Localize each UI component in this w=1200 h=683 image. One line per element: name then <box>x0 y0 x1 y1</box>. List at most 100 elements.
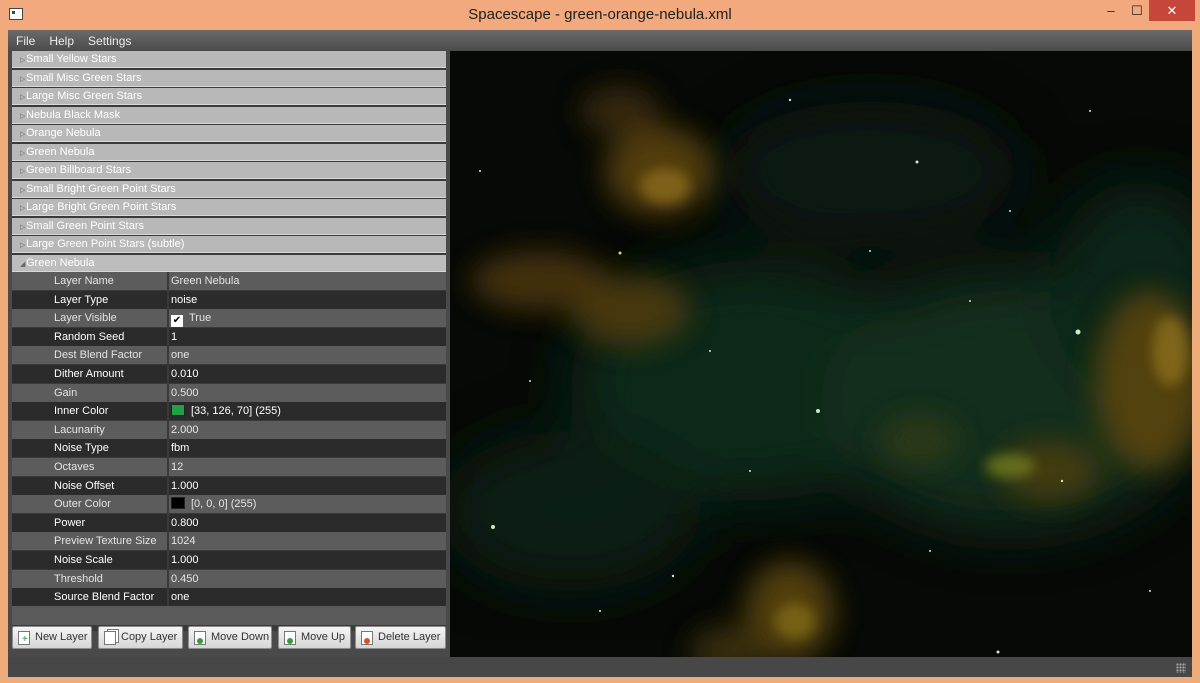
property-key: Noise Scale <box>12 551 167 569</box>
move-down-icon <box>194 631 206 645</box>
layer-row[interactable]: ▷Nebula Black Mask <box>12 106 446 125</box>
layer-row[interactable]: ▷Green Nebula <box>12 143 446 162</box>
layer-row[interactable]: ◢Green Nebula <box>12 254 446 273</box>
property-value[interactable]: 0.010 <box>169 365 446 383</box>
layer-name: Small Green Point Stars <box>26 219 144 232</box>
property-value[interactable]: 0.800 <box>169 513 446 532</box>
layer-name: Small Bright Green Point Stars <box>26 182 176 195</box>
expand-arrow-icon[interactable]: ▷ <box>12 219 26 236</box>
property-row[interactable]: Noise Scale 1.000 <box>12 551 446 569</box>
property-row[interactable]: Outer Color [0, 0, 0] (255) <box>12 495 446 514</box>
panel-spacer <box>12 606 446 625</box>
property-row[interactable]: Power 0.800 <box>12 513 446 532</box>
layer-row[interactable]: ▷Large Bright Green Point Stars <box>12 199 446 216</box>
expand-arrow-icon[interactable]: ▷ <box>12 163 26 180</box>
property-row[interactable]: Noise Offset 1.000 <box>12 476 446 495</box>
property-row[interactable]: Dest Blend Factor one <box>12 346 446 365</box>
layer-row[interactable]: ▷Small Yellow Stars <box>12 51 446 68</box>
property-row[interactable]: Gain 0.500 <box>12 383 446 402</box>
property-value[interactable]: 1 <box>169 327 446 346</box>
layer-name: Large Bright Green Point Stars <box>26 201 177 213</box>
property-value[interactable]: [0, 0, 0] (255) <box>169 495 446 514</box>
copy-layer-label: Copy Layer <box>121 631 178 643</box>
property-value-text: noise <box>171 293 198 306</box>
close-button[interactable]: ✕ <box>1149 0 1195 21</box>
property-value[interactable]: 2.000 <box>169 420 446 439</box>
layer-row[interactable]: ▷Small Bright Green Point Stars <box>12 180 446 199</box>
layer-row[interactable]: ▷Large Misc Green Stars <box>12 88 446 105</box>
property-row[interactable]: Layer Name Green Nebula <box>12 272 446 290</box>
menu-bar: File Help Settings <box>8 30 1192 50</box>
copy-layer-button[interactable]: Copy Layer <box>98 626 183 649</box>
property-value[interactable]: 12 <box>169 458 446 476</box>
layer-row[interactable]: ▷Orange Nebula <box>12 125 446 142</box>
menu-file[interactable]: File <box>8 30 41 48</box>
property-value[interactable]: ✔ True <box>169 309 446 328</box>
layer-name: Nebula Black Mask <box>26 108 121 121</box>
property-value[interactable]: fbm <box>169 439 446 458</box>
color-swatch[interactable] <box>171 497 185 510</box>
menu-help[interactable]: Help <box>41 30 80 48</box>
expand-arrow-icon[interactable]: ▷ <box>12 108 26 125</box>
expand-arrow-icon[interactable]: ▷ <box>12 200 26 217</box>
property-row[interactable]: Octaves 12 <box>12 458 446 476</box>
visible-checkbox[interactable]: ✔ <box>171 315 183 328</box>
property-key: Layer Type <box>12 290 167 309</box>
skybox-preview[interactable] <box>450 51 1192 657</box>
property-value[interactable]: 1.000 <box>169 476 446 495</box>
property-row[interactable]: Inner Color [33, 126, 70] (255) <box>12 402 446 421</box>
move-up-button[interactable]: Move Up <box>278 626 351 649</box>
property-key: Source Blend Factor <box>12 588 167 607</box>
collapse-arrow-icon[interactable]: ◢ <box>12 256 26 273</box>
property-row[interactable]: Lacunarity 2.000 <box>12 420 446 439</box>
layer-name: Green Nebula <box>26 145 95 158</box>
property-row[interactable]: Preview Texture Size 1024 <box>12 532 446 551</box>
layer-row[interactable]: ▷Small Misc Green Stars <box>12 69 446 88</box>
property-key: Threshold <box>12 569 167 588</box>
expand-arrow-icon[interactable]: ▷ <box>12 126 26 143</box>
property-row[interactable]: Noise Type fbm <box>12 439 446 458</box>
expand-arrow-icon[interactable]: ▷ <box>12 89 26 106</box>
layer-button-bar: New Layer Copy Layer Move Down Move Up D… <box>12 626 446 652</box>
property-value[interactable]: one <box>169 588 446 607</box>
layer-row[interactable]: ▷Small Green Point Stars <box>12 217 446 236</box>
property-row[interactable]: Threshold 0.450 <box>12 569 446 588</box>
expand-arrow-icon[interactable]: ▷ <box>12 52 26 69</box>
layer-panel: ▷Small Yellow Stars ▷Small Misc Green Sta… <box>12 51 446 631</box>
status-bar <box>8 657 1192 677</box>
new-layer-button[interactable]: New Layer <box>12 626 92 650</box>
property-value[interactable]: noise <box>169 290 446 309</box>
property-value[interactable]: 1024 <box>169 532 446 551</box>
property-key: Octaves <box>12 458 167 476</box>
property-value[interactable]: Green Nebula <box>169 272 446 290</box>
property-value[interactable]: 0.450 <box>169 569 446 588</box>
expand-arrow-icon[interactable]: ▷ <box>12 71 26 88</box>
property-row[interactable]: Layer Type noise <box>12 290 446 309</box>
property-value-text: 0.800 <box>171 516 199 529</box>
property-key: Lacunarity <box>12 420 167 439</box>
property-value[interactable]: [33, 126, 70] (255) <box>169 402 446 421</box>
expand-arrow-icon[interactable]: ▷ <box>12 145 26 162</box>
property-value[interactable]: one <box>169 346 446 365</box>
delete-layer-button[interactable]: Delete Layer <box>355 626 446 649</box>
property-value-text: 12 <box>171 461 184 473</box>
layer-row[interactable]: ▷Green Billboard Stars <box>12 162 446 179</box>
menu-settings[interactable]: Settings <box>80 30 137 48</box>
property-value[interactable]: 1.000 <box>169 551 446 569</box>
expand-arrow-icon[interactable]: ▷ <box>12 182 26 199</box>
move-down-button[interactable]: Move Down <box>188 626 272 649</box>
property-row[interactable]: Random Seed 1 <box>12 327 446 346</box>
layer-row[interactable]: ▷Large Green Point Stars (subtle) <box>12 236 446 253</box>
property-value[interactable]: 0.500 <box>169 383 446 402</box>
property-row[interactable]: Dither Amount 0.010 <box>12 365 446 383</box>
property-key: Preview Texture Size <box>12 532 167 551</box>
color-swatch[interactable] <box>171 404 185 417</box>
property-value-text: fbm <box>171 442 190 455</box>
property-row[interactable]: Source Blend Factor one <box>12 588 446 607</box>
property-row[interactable]: Layer Visible ✔ True <box>12 309 446 328</box>
expand-arrow-icon[interactable]: ▷ <box>12 237 26 254</box>
new-page-icon <box>18 629 30 650</box>
property-value-text: 0.450 <box>171 572 199 585</box>
maximize-button[interactable]: ☐ <box>1122 0 1152 21</box>
resize-grip-icon[interactable] <box>1176 663 1186 673</box>
